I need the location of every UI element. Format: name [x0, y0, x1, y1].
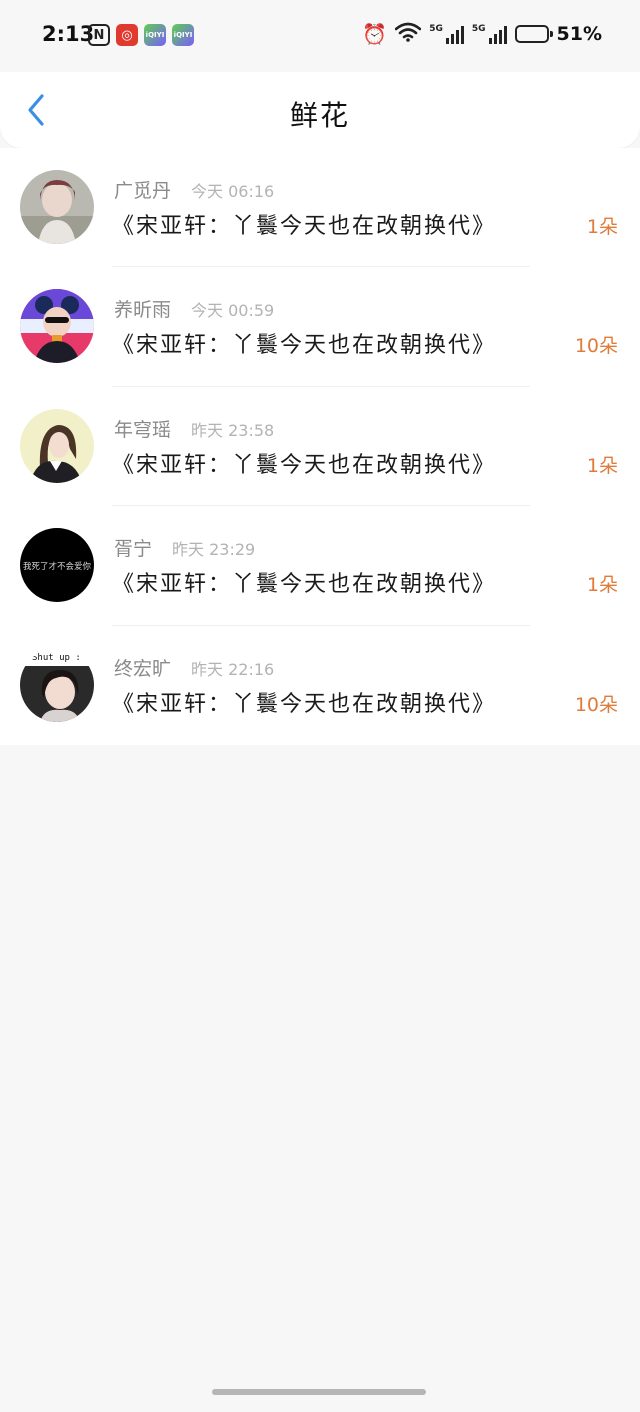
flower-count: 10朵 [574, 693, 618, 716]
flower-count: 10朵 [574, 335, 618, 358]
user-name: 养昕雨 [114, 299, 172, 322]
flower-count: 1朵 [586, 216, 618, 238]
timestamp: 昨天 23:58 [191, 420, 275, 440]
work-title: 《宋亚轩：丫鬟今天也在改朝换代》 [112, 691, 497, 717]
avatar[interactable]: 我死了才不会爱你 [20, 528, 94, 603]
wifi-icon [394, 22, 422, 46]
list-item[interactable]: 年穹瑶 昨天 23:58 《宋亚轩：丫鬟今天也在改朝换代》 1朵 [0, 387, 640, 507]
signal-5g-icon: 5G [472, 24, 507, 44]
notification-icons: N ◎ iQIYI iQIYI [88, 24, 194, 46]
work-title: 《宋亚轩：丫鬟今天也在改朝换代》 [112, 452, 497, 478]
user-name: 终宏旷 [114, 657, 172, 680]
page-title: 鲜花 [289, 99, 350, 132]
timestamp: 今天 00:59 [191, 301, 275, 321]
user-name: 广觅丹 [114, 180, 172, 202]
battery-percent: 51% [556, 23, 602, 45]
system-icons: ⏰ 5G 5G 51% [362, 22, 602, 46]
avatar[interactable]: Shut up : [20, 647, 94, 722]
flower-count: 1朵 [586, 574, 618, 597]
avatar[interactable] [20, 289, 94, 364]
battery-icon [514, 25, 553, 43]
status-bar: 2:13 N ◎ iQIYI iQIYI ⏰ 5G 5G 51% [0, 0, 640, 72]
user-name: 胥宁 [114, 538, 153, 561]
avatar[interactable] [20, 408, 94, 483]
list-item[interactable]: 养昕雨 今天 00:59 《宋亚轩：丫鬟今天也在改朝换代》 10朵 [0, 267, 640, 387]
timestamp: 昨天 23:29 [172, 540, 256, 560]
timestamp: 昨天 22:16 [191, 659, 275, 679]
iqiyi-icon: iQIYI [172, 24, 194, 46]
iqiyi-icon: iQIYI [144, 24, 166, 46]
work-title: 《宋亚轩：丫鬟今天也在改朝换代》 [112, 333, 497, 359]
netease-music-icon: ◎ [116, 24, 138, 46]
work-title: 《宋亚轩：丫鬟今天也在改朝换代》 [112, 572, 497, 598]
user-name: 年穹瑶 [114, 418, 172, 441]
status-time: 2:13 [42, 22, 95, 46]
list-item[interactable]: Shut up : 终宏旷 昨天 22:16 《宋亚轩：丫鬟今天也在改朝换代》 … [0, 626, 640, 745]
list-item[interactable]: 广觅丹 今天 06:16 《宋亚轩：丫鬟今天也在改朝换代》 1朵 [0, 148, 640, 268]
avatar-caption: 我死了才不会爱你 [23, 561, 92, 572]
nfc-icon: N [88, 24, 110, 46]
flower-count: 1朵 [586, 454, 618, 477]
timestamp: 今天 06:16 [191, 182, 275, 201]
avatar[interactable] [20, 170, 94, 244]
flower-record-list: 广觅丹 今天 06:16 《宋亚轩：丫鬟今天也在改朝换代》 1朵 养昕雨 今天 … [0, 148, 640, 745]
app-header: 鲜花 [0, 72, 640, 148]
signal-5g-icon: 5G [429, 24, 464, 44]
avatar-caption: Shut up : [32, 653, 81, 663]
work-title: 《宋亚轩：丫鬟今天也在改朝换代》 [112, 214, 497, 239]
list-item[interactable]: 我死了才不会爱你 胥宁 昨天 23:29 《宋亚轩：丫鬟今天也在改朝换代》 1朵 [0, 506, 640, 626]
alarm-icon: ⏰ [362, 22, 388, 46]
home-indicator[interactable] [212, 1389, 426, 1395]
